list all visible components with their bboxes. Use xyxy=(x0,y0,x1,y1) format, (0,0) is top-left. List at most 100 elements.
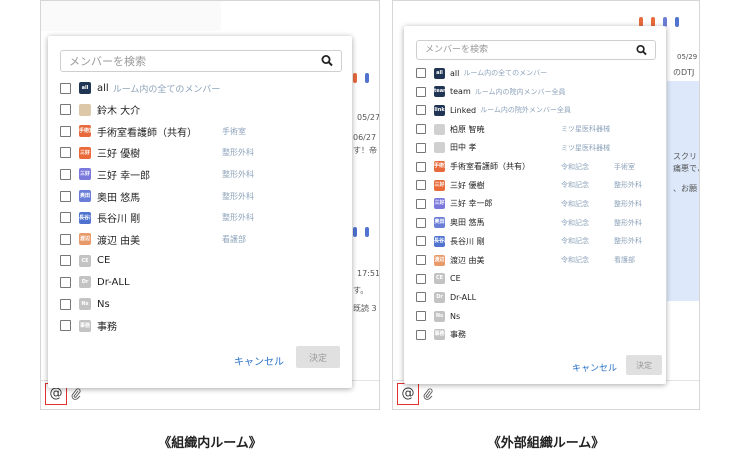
member-checkbox[interactable] xyxy=(60,212,71,224)
member-name: 柏原 智暁 xyxy=(450,124,485,134)
paperclip-icon[interactable] xyxy=(71,388,81,403)
member-department: 手術室 xyxy=(614,162,635,171)
member-row[interactable]: all all ルーム内の全てのメンバー xyxy=(416,66,547,80)
member-avatar: 奥田 xyxy=(434,217,445,229)
member-checkbox[interactable] xyxy=(416,273,426,284)
member-row[interactable]: all all ルーム内の全てのメンバー xyxy=(60,80,220,96)
member-checkbox[interactable] xyxy=(416,142,426,153)
member-avatar: 長谷川 xyxy=(79,211,91,224)
member-avatar: all xyxy=(434,67,445,79)
member-row[interactable]: 渡辺 渡辺 由美 看護部 xyxy=(60,231,246,247)
member-department: 整形外科 xyxy=(614,237,642,246)
confirm-button[interactable]: 決定 xyxy=(626,355,662,375)
member-description: ルーム内の院内メンバー全員 xyxy=(474,87,566,96)
member-row[interactable]: link Linked ルーム内の院外メンバー全員 xyxy=(416,103,571,117)
member-row[interactable]: Dr Dr-ALL xyxy=(60,274,130,290)
confirm-button[interactable]: 決定 xyxy=(296,346,340,368)
member-checkbox[interactable] xyxy=(416,68,426,78)
member-checkbox[interactable] xyxy=(60,104,71,116)
member-name: 長谷川 剛 xyxy=(97,214,141,226)
member-checkbox[interactable] xyxy=(416,311,426,322)
member-row[interactable]: CE CE xyxy=(60,253,110,269)
member-name: team xyxy=(450,87,471,97)
member-row[interactable]: 長谷川長谷川 剛 整形外科 xyxy=(60,210,254,226)
member-department: 整形外科 xyxy=(222,213,254,223)
member-row[interactable]: 奥田 奥田 悠馬 令和記念 整形外科 xyxy=(416,216,642,230)
member-name: Ns xyxy=(450,311,461,321)
member-row[interactable]: 柏原 智暁 ミツ星医科器械 xyxy=(416,122,610,136)
member-avatar: 事務 xyxy=(79,319,91,332)
member-avatar: 三好 xyxy=(79,168,91,181)
member-checkbox[interactable] xyxy=(60,298,71,310)
member-organization: ミツ星医科器械 xyxy=(561,125,610,134)
member-row[interactable]: 事務 事務 xyxy=(416,328,466,342)
member-avatar: 長谷川 xyxy=(434,235,445,247)
member-description: ルーム内の全てのメンバー xyxy=(463,69,548,77)
member-avatar xyxy=(434,142,445,154)
member-checkbox[interactable] xyxy=(416,180,426,191)
bg-badge xyxy=(353,227,357,237)
member-department: 整形外科 xyxy=(222,148,254,158)
member-row[interactable]: 長谷川長谷川 剛 令和記念 整形外科 xyxy=(416,234,642,248)
member-avatar: 渡辺 xyxy=(434,254,445,266)
member-organization: 令和記念 xyxy=(561,218,589,227)
member-row[interactable]: 渡辺 渡辺 由美 令和記念 看護部 xyxy=(416,253,635,267)
member-checkbox[interactable] xyxy=(60,276,71,288)
member-row[interactable]: 三好 三好 優樹 令和記念 整形外科 xyxy=(416,178,642,192)
member-name: 長谷川 剛 xyxy=(450,236,485,246)
member-row[interactable]: 事務 事務 xyxy=(60,318,117,334)
member-row[interactable]: CE CE xyxy=(416,272,461,286)
search-icon[interactable] xyxy=(636,41,647,60)
member-row[interactable]: 三好 三好 幸一郎 整形外科 xyxy=(60,166,254,182)
member-search-input[interactable] xyxy=(425,41,616,59)
member-checkbox[interactable] xyxy=(416,198,426,209)
member-checkbox[interactable] xyxy=(60,233,71,245)
member-checkbox[interactable] xyxy=(416,255,426,265)
member-search-input[interactable] xyxy=(69,51,293,71)
member-row[interactable]: 三好 三好 優樹 整形外科 xyxy=(60,145,254,161)
member-checkbox[interactable] xyxy=(60,125,71,137)
member-organization: 令和記念 xyxy=(561,256,589,264)
member-avatar: CE xyxy=(79,254,91,267)
member-checkbox[interactable] xyxy=(60,147,71,159)
member-row[interactable]: 三好 三好 幸一郎 令和記念 整形外科 xyxy=(416,197,642,211)
mention-button[interactable]: @ xyxy=(397,383,419,405)
member-checkbox[interactable] xyxy=(60,190,71,202)
member-row[interactable]: 奥田 奥田 悠馬 整形外科 xyxy=(60,188,254,204)
member-checkbox[interactable] xyxy=(416,236,426,247)
member-checkbox[interactable] xyxy=(416,124,426,135)
cancel-button[interactable]: キャンセル xyxy=(234,353,284,368)
member-row[interactable]: 田中 孝 ミツ星医科器械 xyxy=(416,141,610,155)
member-name: 手術室看護師（共有） xyxy=(450,162,530,171)
member-avatar: 手術室 xyxy=(79,125,91,138)
paperclip-icon[interactable] xyxy=(423,388,433,403)
member-row[interactable]: Ns Ns xyxy=(60,296,110,312)
member-department: 整形外科 xyxy=(222,169,254,179)
member-checkbox[interactable] xyxy=(416,217,426,228)
member-name: 奥田 悠馬 xyxy=(97,192,141,204)
member-search-box xyxy=(60,50,342,72)
member-row[interactable]: 手術室手術室看護師（共有）令和記念手術室 xyxy=(416,160,635,174)
member-name: all xyxy=(97,82,109,94)
member-checkbox[interactable] xyxy=(60,82,71,94)
member-row[interactable]: Ns Ns xyxy=(416,309,460,323)
cancel-button[interactable]: キャンセル xyxy=(572,361,617,374)
member-row[interactable]: teamteamルーム内の院内メンバー全員 xyxy=(416,85,566,99)
member-checkbox[interactable] xyxy=(416,161,426,172)
member-organization: 令和記念 xyxy=(561,162,589,171)
member-checkbox[interactable] xyxy=(416,105,426,116)
bg-badge xyxy=(353,73,357,83)
member-checkbox[interactable] xyxy=(60,320,71,332)
member-checkbox[interactable] xyxy=(60,255,71,267)
member-department: 整形外科 xyxy=(614,199,642,208)
search-icon[interactable] xyxy=(321,52,333,71)
member-row[interactable]: 手術室手術室看護師（共有）手術室 xyxy=(60,123,246,139)
member-checkbox[interactable] xyxy=(416,86,426,97)
member-row[interactable]: 鈴木 大介 xyxy=(60,102,140,118)
member-row[interactable]: Dr Dr-ALL xyxy=(416,290,476,304)
member-organization: 令和記念 xyxy=(561,181,589,190)
composer-bar: @ xyxy=(393,380,699,409)
member-checkbox[interactable] xyxy=(416,329,426,340)
member-checkbox[interactable] xyxy=(416,292,426,303)
member-checkbox[interactable] xyxy=(60,168,71,180)
